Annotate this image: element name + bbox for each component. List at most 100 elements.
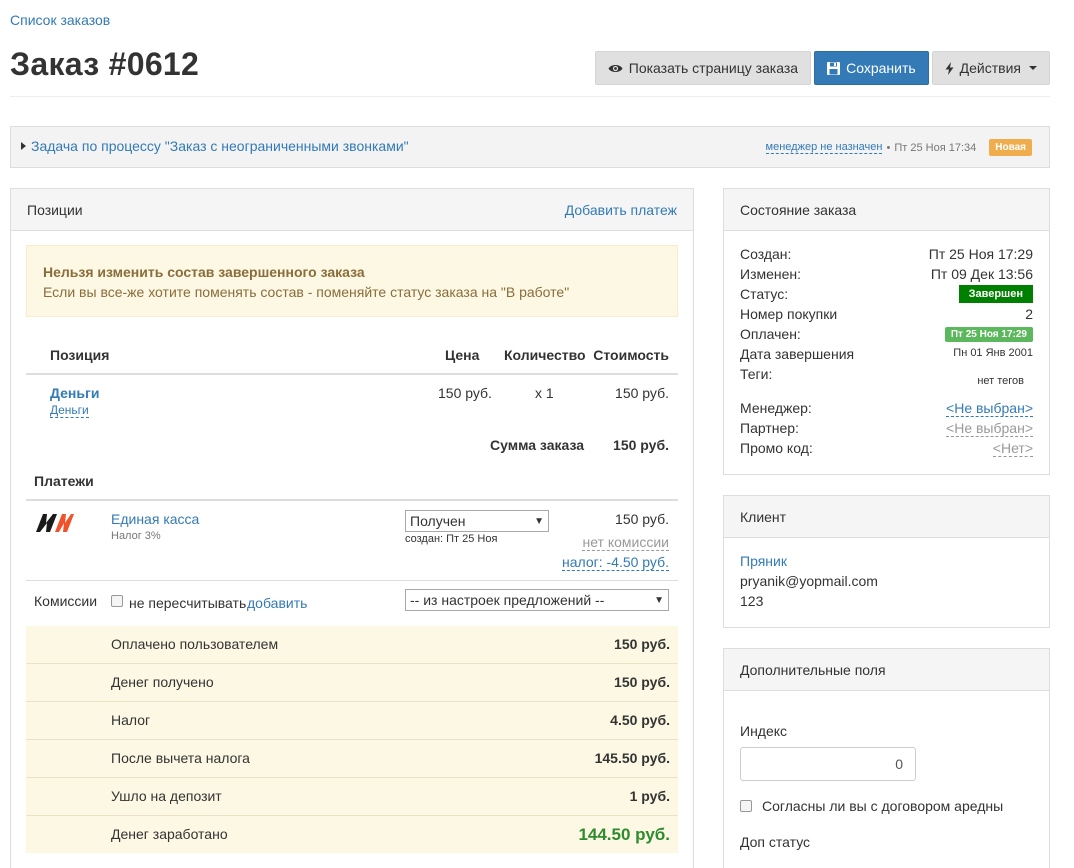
add-commission-link[interactable]: добавить (247, 595, 307, 611)
order-state-heading: Состояние заказа (724, 189, 1049, 231)
manager-select-link[interactable]: <Не выбран> (946, 400, 1033, 417)
table-header-divider (26, 373, 678, 375)
summary-row: Оплачено пользователем 150 руб. (26, 626, 678, 664)
finish-date-row: Дата завершения Пн 01 Янв 2001 (740, 346, 1033, 366)
summary-label: После вычета налога (111, 750, 250, 766)
process-task-link[interactable]: Задача по процессу "Заказ с неограниченн… (31, 138, 409, 154)
paid-label: Оплачен: (740, 326, 801, 342)
created-label: Создан: (740, 246, 792, 262)
floppy-disk-icon (827, 61, 841, 75)
modified-value: Пт 09 Дек 13:56 (930, 266, 1033, 282)
breadcrumb-order-list[interactable]: Список заказов (10, 12, 110, 28)
save-label: Сохранить (846, 60, 916, 76)
task-date: Пт 25 Ноя 17:34 (894, 141, 977, 154)
agreement-checkbox[interactable] (740, 800, 752, 812)
payment-summary: Оплачено пользователем 150 руб. Денег по… (26, 626, 678, 853)
eye-icon (608, 64, 623, 72)
task-manager-link[interactable]: менеджер не назначен (765, 141, 883, 154)
created-row: Создан: Пт 25 Ноя 17:29 (740, 246, 1033, 266)
purchase-number-value: 2 (1025, 306, 1033, 322)
tags-value: нет тегов (977, 375, 1024, 387)
summary-value: 4.50 руб. (610, 712, 670, 728)
tags-row: Теги: нет тегов (740, 366, 1033, 387)
payment-method-link[interactable]: Единая касса (111, 511, 199, 527)
status-row: Статус: Завершен (740, 285, 1033, 306)
summary-row: Налог 4.50 руб. (26, 702, 678, 740)
item-qty: x 1 (535, 385, 554, 401)
no-commission-link[interactable]: нет комиссии (582, 534, 669, 551)
select-arrow-icon: ▼ (654, 594, 664, 606)
purchase-number-row: Номер покупки 2 (740, 306, 1033, 326)
order-state-panel: Состояние заказа Создан: Пт 25 Ноя 17:29… (723, 188, 1050, 475)
positions-panel: Позиции Добавить платеж Нельзя изменить … (10, 188, 694, 868)
promo-select-link[interactable]: <Нет> (992, 440, 1033, 457)
extra-fields-panel: Дополнительные поля Индекс 0 Согласны ли… (723, 648, 1050, 868)
modified-row: Изменен: Пт 09 Дек 13:56 (740, 266, 1033, 286)
summary-row: Ушло на депозит 1 руб. (26, 778, 678, 816)
caret-right-icon[interactable] (21, 142, 26, 150)
commission-source-value: -- из настроек предложений -- (410, 592, 605, 608)
payments-row-divider (26, 580, 678, 581)
promo-label: Промо код: (740, 440, 813, 456)
payment-status-select[interactable]: Получен ▼ (405, 510, 549, 532)
positions-heading: Позиции Добавить платеж (11, 189, 693, 231)
paid-badge: Пт 25 Ноя 17:29 (944, 327, 1033, 342)
payment-created: создан: Пт 25 Ноя (405, 533, 498, 545)
finish-date-value: Пн 01 Янв 2001 (953, 347, 1033, 359)
task-status-badge: Новая (989, 139, 1032, 156)
no-recalc-checkbox[interactable] (111, 595, 123, 607)
summary-label: Денег заработано (111, 826, 228, 842)
status-badge: Завершен (958, 285, 1033, 303)
client-name-link[interactable]: Пряник (740, 553, 787, 569)
payments-heading: Платежи (34, 473, 94, 489)
order-state-title: Состояние заказа (740, 201, 857, 218)
payment-tax-note: Налог 3% (111, 530, 161, 542)
show-order-page-button[interactable]: Показать страницу заказа (594, 51, 812, 85)
partner-label: Партнер: (740, 420, 799, 436)
tags-label: Теги: (740, 366, 773, 382)
col-position: Позиция (50, 347, 110, 363)
process-task-bar: Задача по процессу "Заказ с неограниченн… (10, 126, 1050, 168)
promo-row: Промо код: <Нет> (740, 440, 1033, 460)
actions-dropdown-button[interactable]: Действия (931, 51, 1050, 85)
alert-text: Если вы все-же хотите поменять состав - … (43, 284, 570, 300)
partner-row: Партнер: <Не выбран> (740, 420, 1033, 440)
client-email: pryanik@yopmail.com (740, 573, 878, 589)
summary-value: 150 руб. (614, 636, 670, 652)
item-name-link[interactable]: Деньги (50, 385, 99, 401)
task-meta-separator: • (886, 141, 891, 154)
index-input[interactable]: 0 (740, 747, 916, 781)
alert-title: Нельзя изменить состав завершенного зака… (43, 264, 365, 280)
agreement-label: Согласны ли вы с договором аредны (762, 798, 1004, 814)
summary-label: Налог (111, 712, 151, 728)
payments-divider (26, 499, 678, 501)
add-payment-link[interactable]: Добавить платеж (565, 202, 677, 218)
payment-tax-link[interactable]: налог: -4.50 руб. (561, 554, 669, 571)
title-divider (10, 96, 1050, 97)
summary-row: После вычета налога 145.50 руб. (26, 740, 678, 778)
page-title: Заказ #0612 (10, 46, 200, 82)
col-cost: Стоимость (593, 347, 669, 363)
summary-value: 145.50 руб. (594, 750, 670, 766)
payment-provider-logo (36, 514, 74, 532)
save-button[interactable]: Сохранить (814, 51, 929, 85)
commission-source-select[interactable]: -- из настроек предложений -- ▼ (405, 589, 669, 611)
no-recalc-label: не пересчитывать (129, 595, 247, 611)
col-qty: Количество (504, 347, 586, 363)
show-order-page-label: Показать страницу заказа (628, 60, 799, 76)
top-toolbar: Показать страницу заказа Сохранить Дейст… (594, 51, 1050, 85)
summary-row: Денег заработано 144.50 руб. (26, 816, 678, 853)
manager-row: Менеджер: <Не выбран> (740, 400, 1033, 420)
client-title: Клиент (740, 508, 787, 525)
summary-label: Ушло на депозит (111, 788, 222, 804)
partner-select-link[interactable]: <Не выбран> (946, 420, 1033, 437)
item-cost: 150 руб. (615, 385, 669, 401)
summary-label: Оплачено пользователем (111, 636, 279, 652)
summary-value: 1 руб. (629, 788, 670, 804)
col-price: Цена (445, 347, 480, 363)
manager-label: Менеджер: (740, 400, 812, 416)
paid-row: Оплачен: Пт 25 Ноя 17:29 (740, 326, 1033, 346)
locked-order-alert: Нельзя изменить состав завершенного зака… (26, 245, 678, 317)
item-sub-link[interactable]: Деньги (50, 403, 89, 418)
lightning-icon (945, 61, 954, 75)
